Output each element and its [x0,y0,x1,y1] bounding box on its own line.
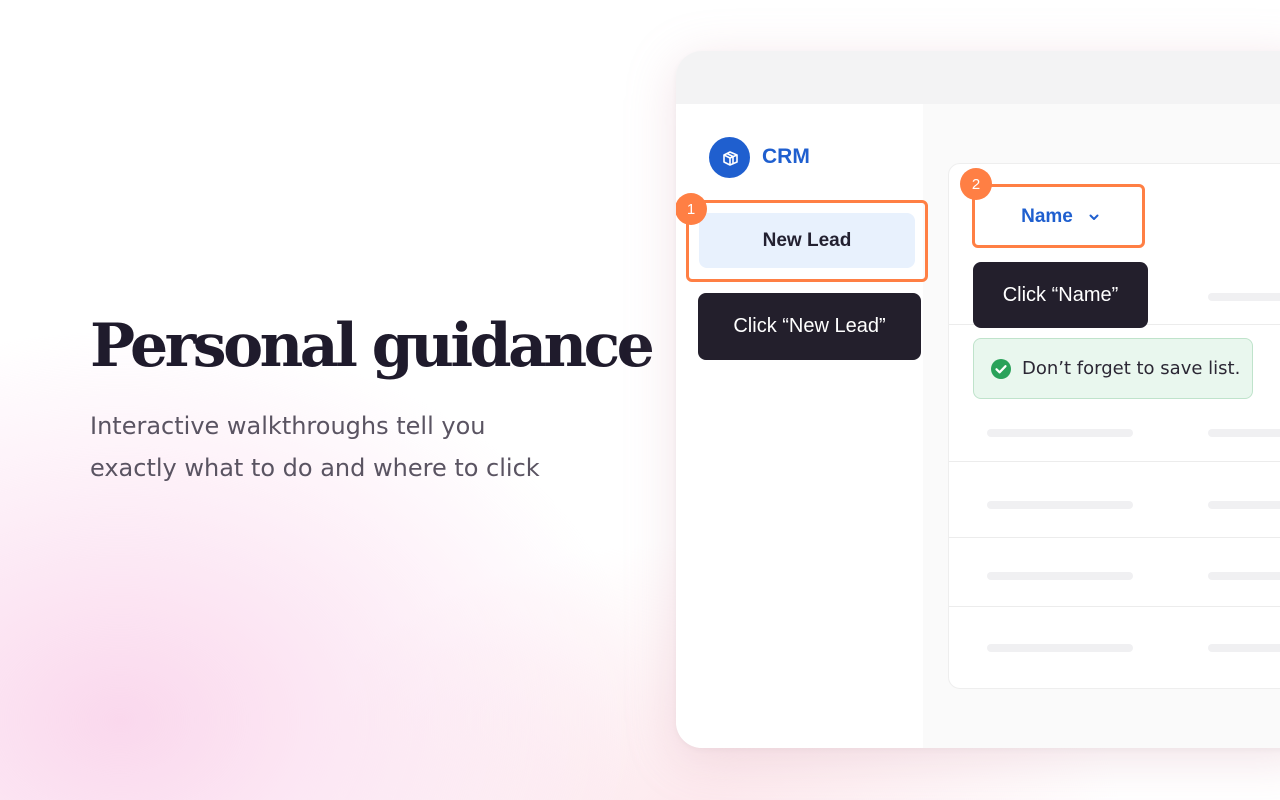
step-1-highlight [686,200,928,282]
row-placeholder [1208,293,1280,301]
row-placeholder [987,501,1133,509]
row-placeholder [1208,644,1280,652]
row-divider [949,606,1280,607]
row-placeholder [1208,429,1280,437]
brand-name: CRM [762,145,810,168]
row-divider [949,461,1280,462]
step-1-tooltip: Click “New Lead” [698,293,921,360]
step-2-badge: 2 [960,168,992,200]
save-reminder-toast: Don’t forget to save list. [973,338,1253,399]
step-2-highlight [972,184,1145,248]
row-placeholder [987,644,1133,652]
check-circle-icon [991,358,1011,379]
hero-subtitle: Interactive walkthroughs tell you exactl… [90,412,540,482]
toast-message: Don’t forget to save list. [1022,358,1241,379]
row-placeholder [1208,501,1280,509]
row-placeholder [987,572,1133,580]
hero-title: Personal guidance [90,311,655,381]
row-divider [949,537,1280,538]
cube-icon [709,137,750,178]
window-titlebar [676,51,1280,104]
row-placeholder [987,429,1133,437]
step-1-badge: 1 [676,193,707,225]
app-window: CRM New Lead Name 1 Click “New Lead” 2 C… [676,51,1280,748]
row-placeholder [1208,572,1280,580]
step-2-tooltip: Click “Name” [973,262,1148,328]
